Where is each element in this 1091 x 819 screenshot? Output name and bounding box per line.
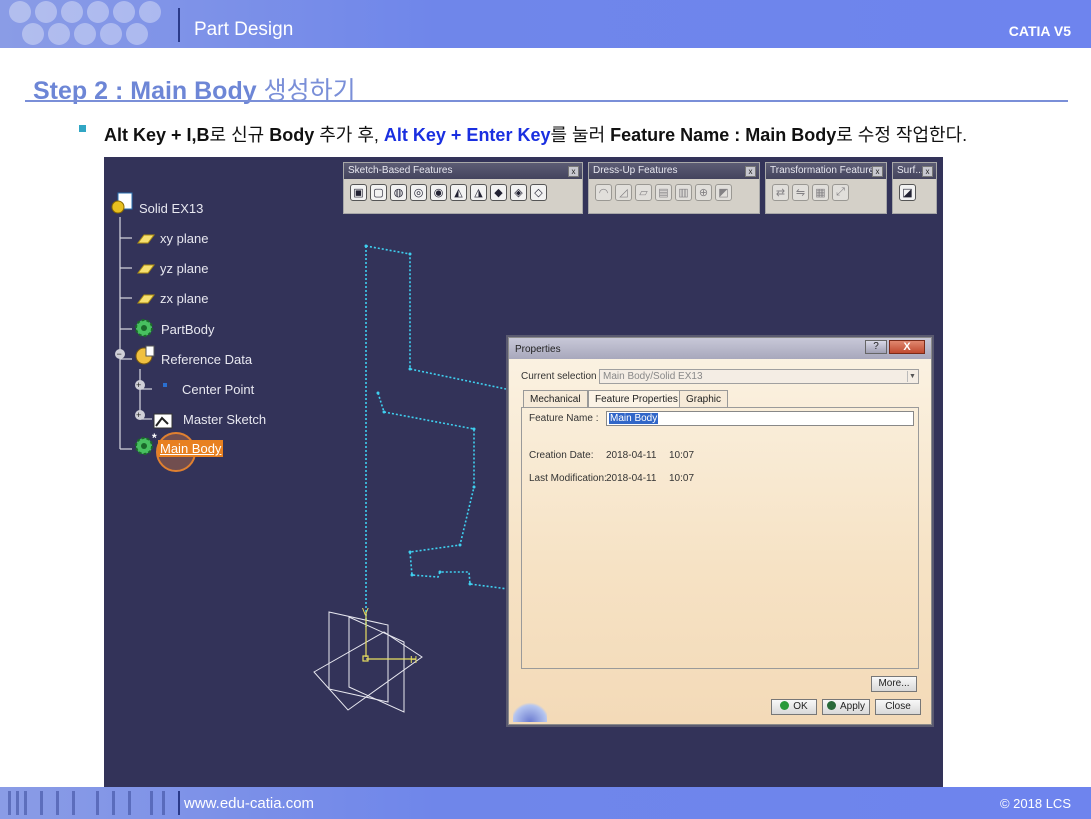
- feature-name-value: Main Body: [609, 413, 659, 424]
- help-button[interactable]: ?: [865, 340, 887, 354]
- footer-copyright: © 2018 LCS: [999, 796, 1071, 811]
- footer-band: www.edu-catia.com © 2018 LCS: [0, 787, 1091, 819]
- header-decoration: [9, 1, 161, 45]
- tab-panel: [521, 407, 919, 669]
- properties-dialog[interactable]: Properties ? X Current selection : Main …: [508, 337, 932, 725]
- catia-logo-icon: [513, 700, 547, 722]
- instr-part-5: Alt Key + Enter Key: [383, 125, 551, 145]
- creation-date-label: Creation Date:: [529, 450, 594, 461]
- svg-text:V: V: [362, 607, 369, 618]
- instr-part-4: 추가 후,: [314, 125, 384, 145]
- instr-part-2: 로 신규: [209, 125, 270, 145]
- creation-time-value: 10:07: [669, 450, 695, 461]
- last-modification-value: 2018-04-11: [606, 473, 657, 484]
- slide: Part Design CATIA V5 Step 2 : Main Body …: [0, 0, 1091, 819]
- creation-date-value: 2018-04-11: [606, 450, 657, 461]
- instr-part-8: 로 수정 작업한다.: [836, 125, 968, 145]
- svg-text:H: H: [410, 655, 417, 666]
- feature-name-input[interactable]: Main Body: [606, 411, 914, 426]
- last-modification-time: 10:07: [669, 473, 695, 484]
- footer-url: www.edu-catia.com: [184, 795, 315, 812]
- instr-part-3: Body: [269, 125, 315, 145]
- instr-part-6: 를 눌러: [550, 125, 611, 145]
- header-title: Part Design: [194, 19, 294, 40]
- apply-label: Apply: [839, 701, 865, 712]
- tab-mechanical[interactable]: Mechanical: [523, 390, 588, 408]
- current-selection-value: Main Body/Solid EX13: [603, 371, 703, 382]
- dialog-titlebar: Properties ? X: [509, 338, 931, 359]
- step-divider: [25, 100, 1068, 102]
- ok-icon: [780, 701, 790, 710]
- more-button[interactable]: More...: [871, 676, 917, 692]
- footer-decoration: [8, 791, 165, 815]
- tab-feature-properties[interactable]: Feature Properties: [588, 390, 685, 408]
- dialog-title: Properties: [515, 344, 561, 355]
- bullet-icon: [79, 125, 86, 132]
- last-modification-label: Last Modification:: [529, 473, 607, 484]
- instruction-text: Alt Key + I,B로 신규 Body 추가 후, Alt Key + E…: [104, 121, 967, 147]
- instr-part-1: Alt Key + I,B: [104, 125, 210, 145]
- ok-label: OK: [793, 701, 808, 712]
- footer-separator: [178, 791, 180, 815]
- header-brand: CATIA V5: [1008, 23, 1071, 39]
- header-separator: [178, 8, 180, 42]
- ok-button[interactable]: OK: [771, 699, 817, 715]
- dialog-close-button[interactable]: X: [889, 340, 925, 354]
- header-band: Part Design CATIA V5: [0, 0, 1091, 48]
- apply-button[interactable]: Apply: [822, 699, 870, 715]
- chevron-down-icon[interactable]: ▼: [907, 371, 917, 382]
- current-selection-select[interactable]: Main Body/Solid EX13 ▼: [599, 369, 919, 384]
- instr-part-7: Feature Name : Main Body: [610, 125, 837, 145]
- tab-graphic[interactable]: Graphic: [679, 390, 729, 408]
- close-button[interactable]: Close: [875, 699, 921, 715]
- feature-name-label: Feature Name :: [529, 413, 599, 424]
- apply-icon: [826, 701, 836, 710]
- current-selection-label: Current selection :: [521, 371, 603, 382]
